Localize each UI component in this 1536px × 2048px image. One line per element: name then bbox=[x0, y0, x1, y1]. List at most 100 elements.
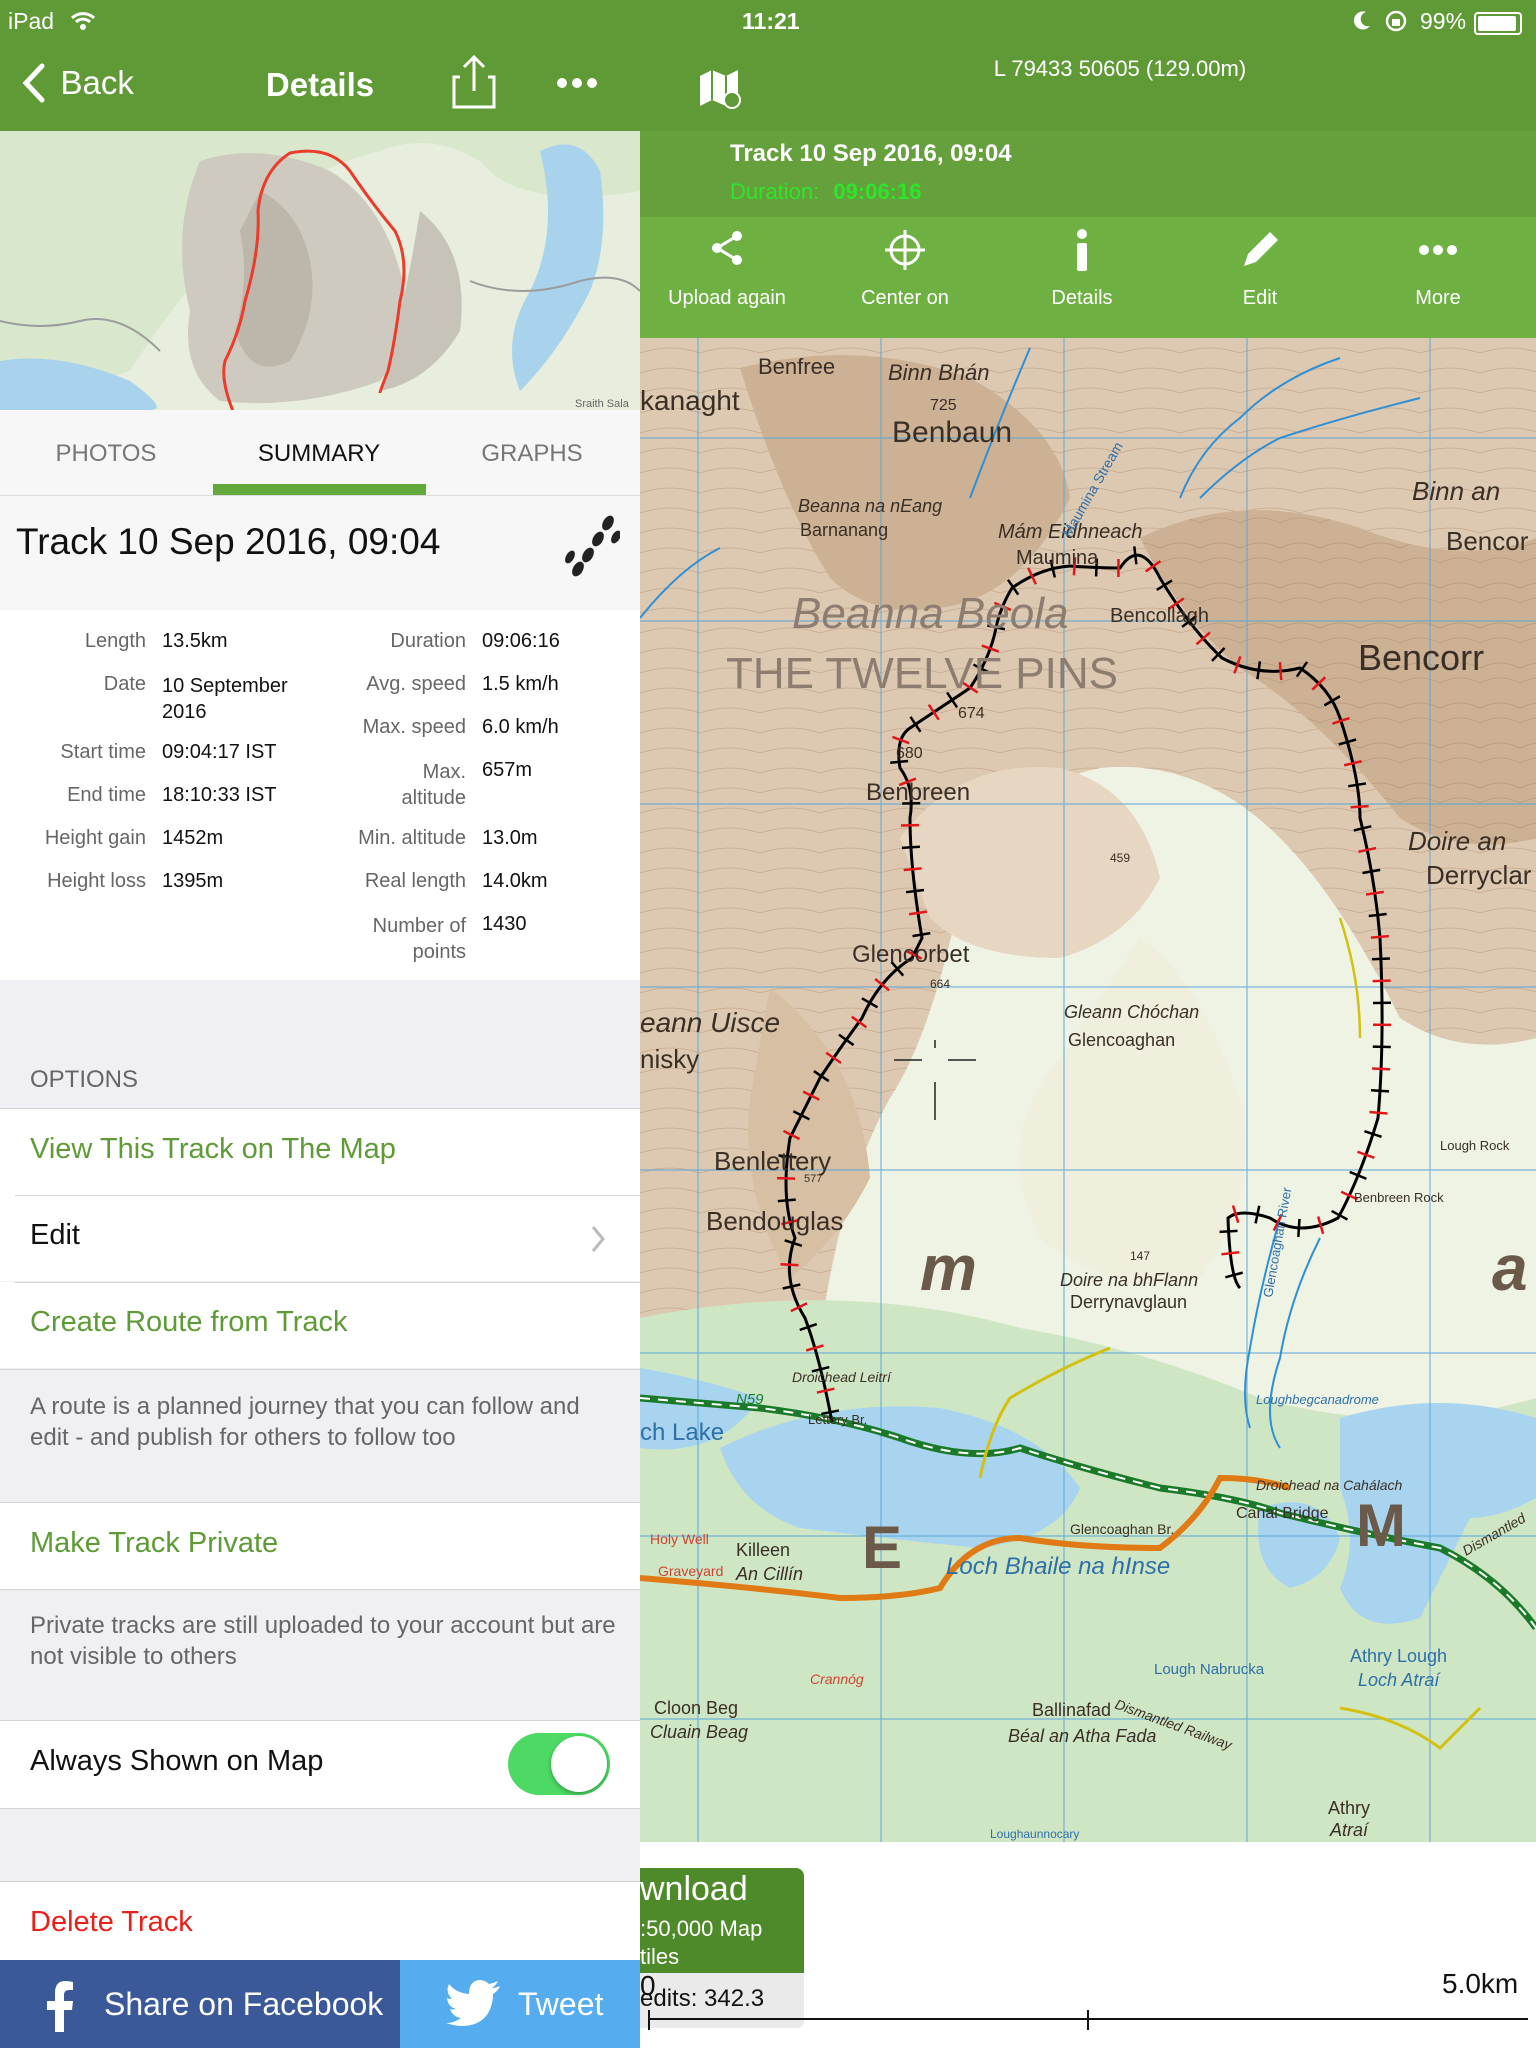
map-label: Atraí bbox=[1329, 1820, 1370, 1840]
track-header-name: Track 10 Sep 2016, 09:04 bbox=[730, 140, 1012, 167]
twitter-bird-icon bbox=[446, 1980, 500, 2026]
edit-label[interactable]: Edit bbox=[1185, 287, 1335, 310]
stat-max-altitude-label: Max. altitude bbox=[401, 761, 467, 809]
share-export-icon[interactable] bbox=[452, 55, 496, 111]
tab-graphs[interactable]: GRAPHS bbox=[426, 440, 638, 468]
topo-map[interactable]: Benfree Binn Bhán 725 Benbaun kanaght Be… bbox=[640, 338, 1536, 1842]
private-note: Private tracks are still uploaded to you… bbox=[30, 1612, 616, 1670]
make-private-label: Make Track Private bbox=[30, 1527, 279, 1559]
stat-max-speed-label: Max. speed bbox=[362, 716, 466, 738]
separator bbox=[0, 1589, 640, 1590]
stat-length-label: Length bbox=[84, 630, 146, 652]
map-layers-icon[interactable] bbox=[698, 68, 742, 110]
stat-height-loss-value: 1395m bbox=[162, 870, 224, 892]
map-label: Lough Rock bbox=[1440, 1138, 1510, 1153]
map-label: Lettery Br. bbox=[808, 1412, 867, 1427]
map-label: Cloon Beg bbox=[654, 1698, 738, 1718]
duration-value: 09:06:16 bbox=[833, 179, 922, 204]
stat-duration-label: Duration bbox=[390, 630, 466, 652]
status-battery: 99% bbox=[1420, 8, 1467, 34]
separator bbox=[15, 1195, 640, 1196]
create-route-option[interactable]: Create Route from Track bbox=[0, 1282, 640, 1368]
crosshair-icon[interactable] bbox=[830, 228, 980, 281]
create-route-label: Create Route from Track bbox=[30, 1306, 348, 1338]
map-label: Holy Well bbox=[650, 1531, 709, 1547]
stat-start-time-value: 09:04:17 IST bbox=[162, 741, 277, 763]
map-label: 577 bbox=[804, 1173, 822, 1185]
track-title: Track 10 Sep 2016, 09:04 bbox=[16, 521, 441, 562]
always-shown-toggle[interactable] bbox=[508, 1733, 610, 1795]
separator bbox=[15, 1282, 640, 1283]
back-button[interactable]: Back bbox=[20, 62, 134, 104]
back-label: Back bbox=[60, 64, 134, 101]
stat-min-altitude-value: 13.0m bbox=[482, 827, 538, 849]
map-label: Gleann Chóchan bbox=[1064, 1002, 1199, 1022]
more-icon[interactable] bbox=[1363, 228, 1513, 281]
map-label: Beanna na nEang bbox=[798, 496, 942, 516]
center-on-label[interactable]: Center on bbox=[830, 287, 980, 310]
stat-end-time-label: End time bbox=[67, 784, 146, 806]
share-icon[interactable] bbox=[652, 228, 802, 277]
stat-avg-speed-label: Avg. speed bbox=[366, 673, 466, 695]
upload-again-label[interactable]: Upload again bbox=[652, 287, 802, 310]
footsteps-icon bbox=[565, 515, 620, 577]
delete-track-option[interactable]: Delete Track bbox=[0, 1881, 640, 1972]
details-panel: Sraith Sala PHOTOS SUMMARY GRAPHS Track … bbox=[0, 131, 640, 2048]
tweet-button[interactable]: Tweet bbox=[400, 1960, 640, 2048]
map-label: a bbox=[1492, 1232, 1528, 1304]
map-label: An Cillín bbox=[735, 1564, 803, 1584]
tab-photos[interactable]: PHOTOS bbox=[0, 440, 212, 468]
map-label: Killeen bbox=[736, 1540, 790, 1560]
map-label: Athry bbox=[1328, 1798, 1370, 1818]
stat-duration-value: 09:06:16 bbox=[482, 630, 560, 652]
map-label: Derrynavglaun bbox=[1070, 1292, 1187, 1312]
map-label: N59 bbox=[736, 1391, 764, 1408]
stat-real-length-label: Real length bbox=[364, 870, 466, 892]
make-private-option[interactable]: Make Track Private bbox=[0, 1502, 640, 1589]
edit-option[interactable]: Edit bbox=[0, 1195, 640, 1281]
details-label[interactable]: Details bbox=[1007, 287, 1157, 310]
chevron-right-icon bbox=[591, 1226, 605, 1252]
duration-label: Duration: bbox=[730, 179, 820, 204]
map-label: Benbreen bbox=[866, 779, 970, 806]
more-label[interactable]: More bbox=[1363, 287, 1513, 310]
share-facebook-label: Share on Facebook bbox=[104, 1986, 384, 2022]
more-options-icon[interactable] bbox=[556, 76, 598, 90]
map-label: Bencorr bbox=[1358, 637, 1484, 678]
map-label: Barnanang bbox=[800, 520, 888, 540]
map-label: Doire na bhFlann bbox=[1060, 1270, 1198, 1290]
tab-summary[interactable]: SUMMARY bbox=[213, 440, 425, 468]
track-marker bbox=[1369, 1110, 1388, 1115]
pencil-icon[interactable] bbox=[1185, 228, 1335, 281]
stat-avg-speed-value: 1.5 km/h bbox=[482, 673, 559, 695]
map-label: Lough Nabrucka bbox=[1154, 1661, 1265, 1678]
track-marker bbox=[1370, 1089, 1390, 1093]
track-marker bbox=[1219, 1229, 1238, 1234]
map-label: THE TWELVE PINS bbox=[726, 649, 1118, 698]
stat-end-time-value: 18:10:33 IST bbox=[162, 784, 277, 806]
map-label: Béal an Atha Fada bbox=[1008, 1726, 1156, 1746]
track-marker bbox=[1278, 662, 1283, 681]
stat-date-value: 10 September 2016 bbox=[162, 675, 288, 723]
wifi-icon bbox=[70, 12, 96, 30]
info-icon[interactable] bbox=[1007, 228, 1157, 281]
stat-length-value: 13.5km bbox=[162, 630, 228, 652]
share-facebook-button[interactable]: Share on Facebook bbox=[0, 1960, 400, 2048]
stat-min-altitude-label: Min. altitude bbox=[358, 827, 466, 849]
track-thumbnail-map[interactable]: Sraith Sala bbox=[0, 131, 640, 410]
map-label: Benbaun bbox=[892, 416, 1012, 449]
stat-max-speed-value: 6.0 km/h bbox=[482, 716, 559, 738]
map-label: 680 bbox=[896, 745, 923, 762]
always-shown-option: Always Shown on Map bbox=[0, 1720, 640, 1809]
map-label: Benlettery bbox=[714, 1146, 831, 1176]
nav-title: Details bbox=[265, 66, 375, 103]
map-label: Loughbegcanadrome bbox=[1256, 1392, 1379, 1407]
stat-height-gain-label: Height gain bbox=[44, 827, 146, 849]
track-marker bbox=[1350, 804, 1369, 809]
map-label: Canal Bridge bbox=[1236, 1505, 1329, 1522]
map-label: Loughaunnocary bbox=[990, 1827, 1079, 1841]
download-map-badge[interactable]: wnload :50,000 Map tiles edits: 342.3 bbox=[640, 1868, 804, 2028]
track-marker bbox=[1370, 934, 1389, 939]
view-track-on-map-option[interactable]: View This Track on The Map bbox=[0, 1108, 640, 1195]
stat-number-of-points-label: Number of points bbox=[372, 915, 466, 963]
